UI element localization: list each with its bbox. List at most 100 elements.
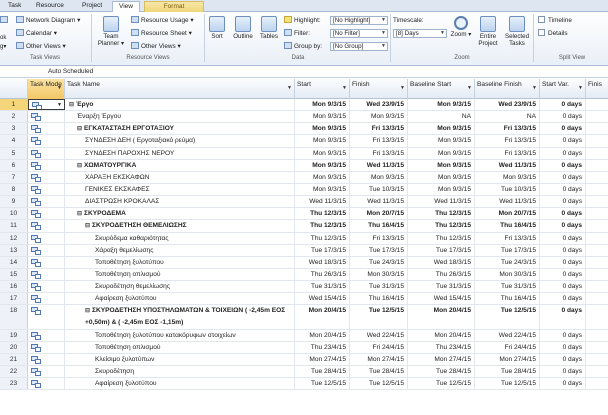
table-row[interactable]: 18 ⊟ ΣΚΥΡΟΔΕΤΗΣΗ ΥΠΟΣΤΗΛΩΜΑΤΩΝ & ΤΟΙΧΕΙΩΝ …: [0, 305, 608, 330]
calendar-button[interactable]: Calendar ▾: [16, 29, 57, 38]
row-id[interactable]: 15: [0, 268, 28, 281]
finish-cell[interactable]: Wed 11/3/15: [350, 196, 408, 208]
baseline-finish-cell[interactable]: Wed 22/4/15: [475, 329, 540, 341]
collapse-icon[interactable]: ⊟: [77, 209, 82, 219]
column-header-baseline-start[interactable]: Baseline Start ▼: [408, 79, 475, 99]
start-variance-cell[interactable]: 0 days: [540, 135, 586, 147]
task-name-cell[interactable]: ⊟ ΧΩΜΑΤΟΥΡΓΙΚΑ: [65, 159, 295, 171]
finish-variance-cell[interactable]: [586, 305, 608, 328]
highlight-dropdown[interactable]: [No Highlight] ▼: [330, 16, 388, 25]
entire-project-button[interactable]: Entire Project: [474, 16, 502, 47]
task-name-cell[interactable]: Χάραξη θεμελίωσης: [65, 244, 295, 256]
start-variance-cell[interactable]: 0 days: [540, 329, 586, 341]
start-cell[interactable]: Mon 20/4/15: [295, 305, 350, 329]
finish-cell[interactable]: Fri 13/3/15: [350, 135, 408, 147]
task-name-cell[interactable]: ΣΥΝΔΕΣΗ ΠΑΡΟΧΗΣ ΝΕΡΟΥ: [65, 147, 295, 159]
start-variance-cell[interactable]: 0 days: [540, 378, 586, 390]
selected-tasks-button[interactable]: Selected Tasks: [503, 16, 531, 47]
row-id[interactable]: 10: [0, 208, 28, 220]
table-row[interactable]: 14 Τοποθέτηση ξυλοτύπου Wed 18/3/15 Tue 24/…: [0, 256, 608, 269]
resource-usage-button[interactable]: Resource Usage ▾: [131, 16, 194, 25]
baseline-finish-cell[interactable]: Mon 30/3/15: [475, 268, 540, 281]
resource-sheet-button[interactable]: Resource Sheet ▾: [131, 29, 192, 38]
row-id[interactable]: 1: [0, 99, 28, 111]
baseline-start-cell[interactable]: Mon 9/3/15: [408, 159, 475, 171]
finish-variance-cell[interactable]: [586, 184, 608, 195]
baseline-finish-cell[interactable]: Fri 13/3/15: [475, 123, 540, 135]
finish-variance-cell[interactable]: [586, 111, 608, 122]
task-name-cell[interactable]: ΔΙΑΣΤΡΩΣΗ ΚΡΟΚΑΛΑΣ: [65, 196, 295, 208]
finish-variance-cell[interactable]: [586, 366, 608, 377]
timescale-dropdown[interactable]: [8] Days ▼: [393, 29, 447, 38]
task-name-cell[interactable]: Τοποθέτηση ξυλοτύπου: [65, 256, 295, 268]
baseline-finish-cell[interactable]: Fri 13/3/15: [475, 147, 540, 159]
finish-cell[interactable]: Thu 16/4/15: [350, 293, 408, 305]
finish-cell[interactable]: Tue 17/3/15: [350, 244, 408, 256]
row-id[interactable]: 22: [0, 366, 28, 378]
row-id[interactable]: 20: [0, 341, 28, 353]
baseline-start-cell[interactable]: Mon 9/3/15: [408, 123, 475, 135]
table-row[interactable]: 17 Αφαίρεση ξυλοτύπου Wed 15/4/15 Thu 16/4/…: [0, 293, 608, 306]
finish-cell[interactable]: Mon 9/3/15: [350, 111, 408, 123]
start-variance-cell[interactable]: 0 days: [540, 256, 586, 268]
baseline-start-cell[interactable]: Tue 12/5/15: [408, 378, 475, 390]
baseline-start-cell[interactable]: Mon 9/3/15: [408, 135, 475, 147]
start-variance-cell[interactable]: 0 days: [540, 99, 586, 111]
start-cell[interactable]: Thu 12/3/15: [295, 208, 350, 220]
table-row[interactable]: 2 Έναρξη Έργου Mon 9/3/15 Mon 9/3/15 NA NA 0 d…: [0, 111, 608, 124]
table-row[interactable]: 13 Χάραξη θεμελίωσης Tue 17/3/15 Tue 17/3/1…: [0, 244, 608, 257]
table-row[interactable]: 21 Κλείσιμο ξυλοτύπων Mon 27/4/15 Mon 27/4/…: [0, 353, 608, 367]
baseline-finish-cell[interactable]: Fri 13/3/15: [475, 232, 540, 244]
tab-project[interactable]: Project: [76, 1, 108, 12]
baseline-start-cell[interactable]: Mon 20/4/15: [408, 329, 475, 341]
baseline-start-cell[interactable]: Wed 11/3/15: [408, 196, 475, 208]
start-variance-cell[interactable]: 0 days: [540, 220, 586, 232]
task-name-cell[interactable]: ⊟ ΣΚΥΡΟΔΕΤΗΣΗ ΘΕΜΕΛΙΩΣΗΣ: [65, 220, 295, 232]
baseline-start-cell[interactable]: Thu 12/3/15: [408, 220, 475, 232]
sort-button[interactable]: Sort: [207, 16, 227, 40]
finish-cell[interactable]: Mon 9/3/15: [350, 171, 408, 183]
baseline-finish-cell[interactable]: Wed 11/3/15: [475, 196, 540, 208]
gantt-dropdown[interactable]: g▾: [0, 43, 14, 52]
row-id[interactable]: 19: [0, 329, 28, 341]
network-diagram-button[interactable]: Network Diagram ▾: [16, 16, 80, 25]
finish-variance-cell[interactable]: [586, 148, 608, 159]
baseline-start-cell[interactable]: Tue 28/4/15: [408, 366, 475, 378]
baseline-finish-cell[interactable]: Fri 13/3/15: [475, 135, 540, 147]
row-id[interactable]: 7: [0, 171, 28, 183]
finish-variance-cell[interactable]: [586, 135, 608, 146]
baseline-start-cell[interactable]: Thu 23/4/15: [408, 341, 475, 353]
table-row[interactable]: 10 ⊟ ΣΚΥΡΟΔΕΜΑ Thu 12/3/15 Mon 20/7/15 Thu 12…: [0, 208, 608, 221]
start-cell[interactable]: Mon 9/3/15: [295, 183, 350, 196]
start-variance-cell[interactable]: 0 days: [540, 305, 586, 329]
group-by-dropdown[interactable]: [No Group] ▼: [330, 42, 388, 51]
start-variance-cell[interactable]: 0 days: [540, 147, 586, 159]
task-mode-cell[interactable]: [28, 268, 65, 281]
row-id[interactable]: 21: [0, 353, 28, 366]
finish-variance-cell[interactable]: [586, 293, 608, 304]
finish-cell[interactable]: Fri 13/3/15: [350, 232, 408, 244]
start-cell[interactable]: Mon 9/3/15: [295, 111, 350, 123]
table-row[interactable]: 22 Σκυροδέτηση Tue 28/4/15 Tue 28/4/15 Tue 2…: [0, 366, 608, 379]
task-mode-cell[interactable]: [28, 220, 65, 232]
task-mode-cell[interactable]: [28, 159, 65, 171]
timeline-checkbox[interactable]: Timeline: [538, 16, 572, 25]
finish-variance-cell[interactable]: [586, 172, 608, 183]
baseline-finish-cell[interactable]: Wed 23/9/15: [475, 99, 540, 111]
column-header-start[interactable]: Start ▼: [295, 79, 350, 99]
finish-variance-cell[interactable]: [586, 220, 608, 231]
finish-cell[interactable]: Tue 10/3/15: [350, 183, 408, 196]
row-id[interactable]: 4: [0, 135, 28, 147]
finish-cell[interactable]: Thu 16/4/15: [350, 220, 408, 232]
tab-resource[interactable]: Resource: [30, 1, 70, 12]
table-row[interactable]: 5 ΣΥΝΔΕΣΗ ΠΑΡΟΧΗΣ ΝΕΡΟΥ Mon 9/3/15 Fri 13/3…: [0, 147, 608, 160]
baseline-start-cell[interactable]: Thu 12/3/15: [408, 208, 475, 220]
task-name-cell[interactable]: Τοποθέτηση ξυλοτύπου κατακόρυφων στοιχεί…: [65, 329, 295, 341]
task-mode-cell[interactable]: [28, 341, 65, 353]
start-cell[interactable]: Mon 9/3/15: [295, 135, 350, 147]
task-name-cell[interactable]: ⊟ ΣΚΥΡΟΔΕΜΑ: [65, 208, 295, 220]
task-name-cell[interactable]: Τοποθέτηση οπλισμού: [65, 341, 295, 353]
collapse-icon[interactable]: ⊟: [85, 221, 90, 231]
task-mode-cell[interactable]: [28, 281, 65, 293]
start-variance-cell[interactable]: 0 days: [540, 341, 586, 353]
